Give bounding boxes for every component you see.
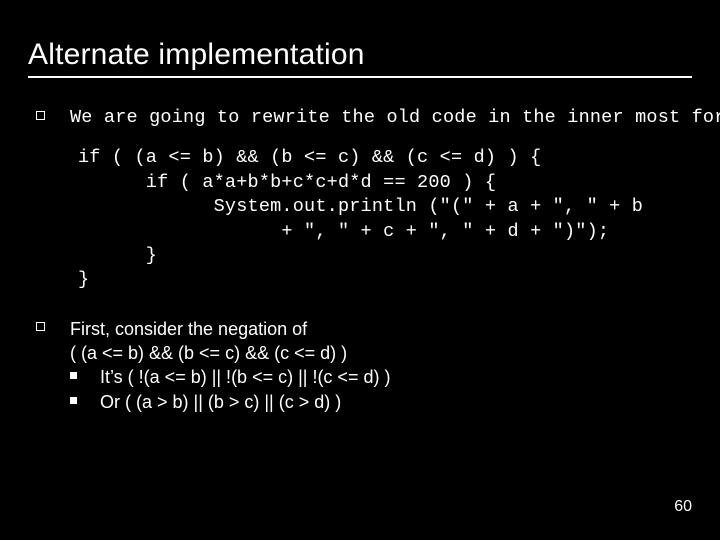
code-line: System.out.println ("(" + a + ", " + b [78, 195, 692, 219]
bullet-intro: We are going to rewrite the old code in … [36, 106, 692, 130]
sub-text: Or ( (a > b) || (b > c) || (c > d) ) [100, 390, 692, 414]
code-line: } [78, 244, 692, 268]
square-open-icon [36, 106, 70, 120]
page-number: 60 [674, 498, 692, 516]
square-open-icon [36, 317, 70, 331]
sub-bullet: Or ( (a > b) || (b > c) || (c > d) ) [70, 390, 692, 414]
slide-title: Alternate implementation [28, 38, 692, 78]
sub-bullet: It’s ( !(a <= b) || !(b <= c) || !(c <= … [70, 365, 692, 389]
code-line: } [78, 268, 692, 292]
neg-expr: ( (a <= b) && (b <= c) && (c <= d) ) [70, 343, 347, 363]
code-line: + ", " + c + ", " + d + ")"); [78, 220, 692, 244]
slide-content: We are going to rewrite the old code in … [28, 106, 692, 414]
square-fill-icon [70, 365, 100, 379]
square-fill-icon [70, 390, 100, 404]
slide: Alternate implementation We are going to… [0, 0, 720, 540]
bullet-negation: First, consider the negation of ( (a <= … [36, 317, 692, 414]
neg-lead: First, consider the negation of [70, 319, 307, 339]
negation-text: First, consider the negation of ( (a <= … [70, 317, 692, 366]
intro-text: We are going to rewrite the old code in … [70, 106, 720, 130]
sub-text: It’s ( !(a <= b) || !(b <= c) || !(c <= … [100, 365, 692, 389]
code-line: if ( a*a+b*b+c*c+d*d == 200 ) { [78, 171, 692, 195]
code-line: if ( (a <= b) && (b <= c) && (c <= d) ) … [78, 146, 692, 170]
code-block: if ( (a <= b) && (b <= c) && (c <= d) ) … [78, 146, 692, 292]
